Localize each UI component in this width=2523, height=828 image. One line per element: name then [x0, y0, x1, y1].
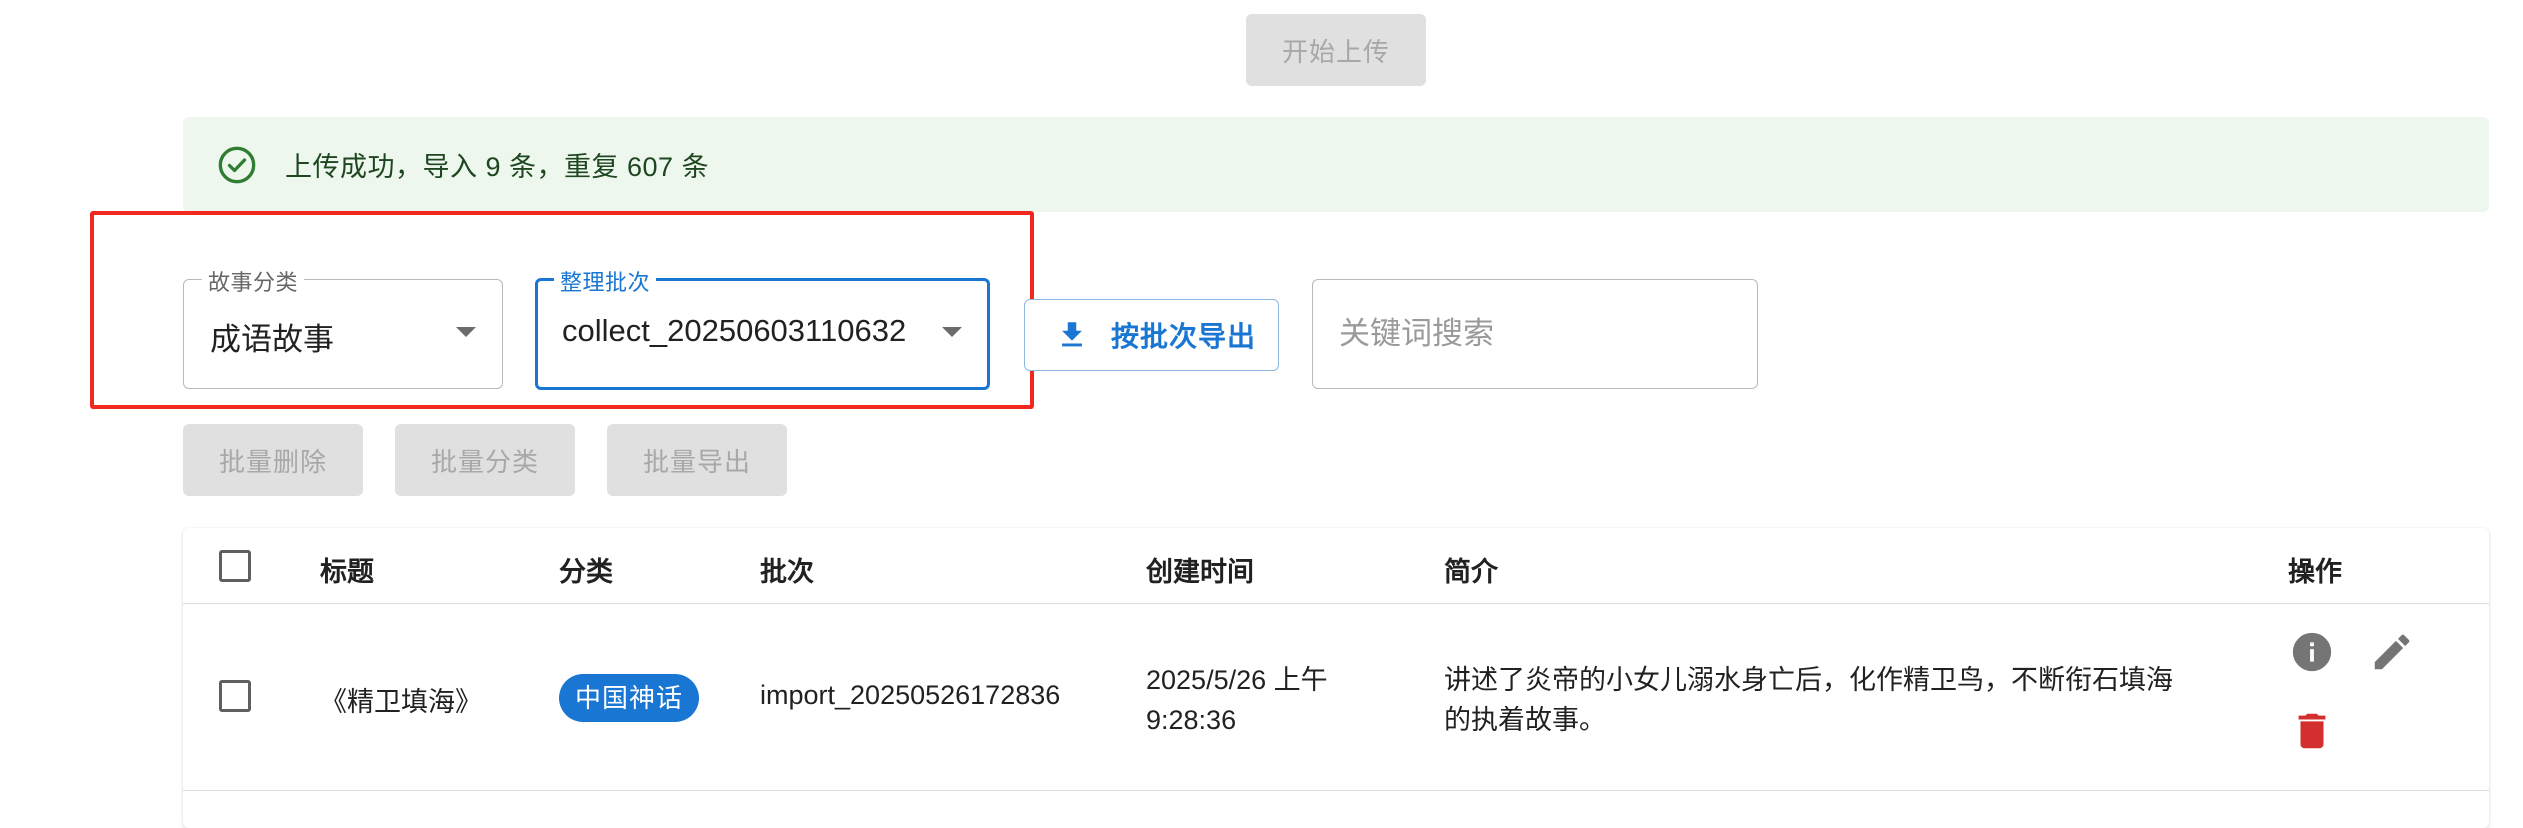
row-batch: import_20250526172836 [760, 680, 1061, 710]
header-created-time: 创建时间 [1146, 557, 1254, 587]
header-batch: 批次 [760, 557, 814, 587]
start-upload-button[interactable]: 开始上传 [1246, 14, 1426, 86]
stories-table: 标题 分类 批次 创建时间 简介 操作 《精卫填海》 中国神话 import_2… [183, 528, 2489, 828]
export-by-batch-label: 按批次导出 [1111, 321, 1257, 352]
select-all-checkbox[interactable] [219, 550, 251, 582]
category-chip-label: 中国神话 [559, 674, 700, 722]
table-header-row: 标题 分类 批次 创建时间 简介 操作 [183, 528, 2489, 604]
row-summary-line-2: 的执着故事。 [1444, 705, 1606, 735]
download-icon [1062, 322, 1082, 347]
bulk-export-button[interactable]: 批量导出 [607, 424, 787, 496]
category-chip: 中国神话 [559, 674, 700, 722]
category-select-value: 成语故事 [210, 322, 334, 357]
alert-message: 上传成功，导入 9 条，重复 607 条 [285, 152, 710, 182]
row-created-time: 2025/5/26 上午 9:28:36 [1146, 660, 1328, 740]
delete-icon[interactable] [2289, 708, 2335, 754]
batch-select-value: collect_20250603110632 [562, 313, 907, 348]
edit-icon[interactable] [2369, 629, 2415, 675]
header-summary: 简介 [1444, 557, 1498, 587]
table-row: 《精卫填海》 中国神话 import_20250526172836 2025/5… [183, 604, 2489, 791]
category-select[interactable]: 故事分类 成语故事 [183, 265, 503, 389]
row-summary: 讲述了炎帝的小女儿溺水身亡后，化作精卫鸟，不断衔石填海 的执着故事。 [1444, 660, 2224, 740]
bulk-classify-button[interactable]: 批量分类 [395, 424, 575, 496]
row-created-clock: 9:28:36 [1146, 705, 1237, 735]
export-by-batch-button[interactable]: 按批次导出 [1024, 299, 1279, 371]
info-icon[interactable] [2289, 629, 2335, 675]
caret-down-icon [456, 327, 476, 337]
header-title: 标题 [320, 557, 374, 587]
row-created-date: 2025/5/26 上午 [1146, 665, 1328, 695]
row-checkbox[interactable] [219, 680, 251, 712]
header-category: 分类 [559, 557, 613, 587]
header-actions: 操作 [2288, 557, 2342, 587]
bulk-delete-button[interactable]: 批量删除 [183, 424, 363, 496]
upload-success-alert: 上传成功，导入 9 条，重复 607 条 [183, 117, 2489, 212]
batch-select[interactable]: 整理批次 collect_20250603110632 [535, 265, 990, 390]
keyword-search-input[interactable] [1312, 279, 1758, 389]
row-title: 《精卫填海》 [320, 687, 482, 717]
caret-down-icon [942, 327, 962, 337]
row-summary-line-1: 讲述了炎帝的小女儿溺水身亡后，化作精卫鸟，不断衔石填海 [1444, 665, 2173, 695]
batch-select-label: 整理批次 [554, 265, 657, 297]
check-circle-icon [218, 146, 256, 183]
category-select-label: 故事分类 [202, 265, 305, 297]
